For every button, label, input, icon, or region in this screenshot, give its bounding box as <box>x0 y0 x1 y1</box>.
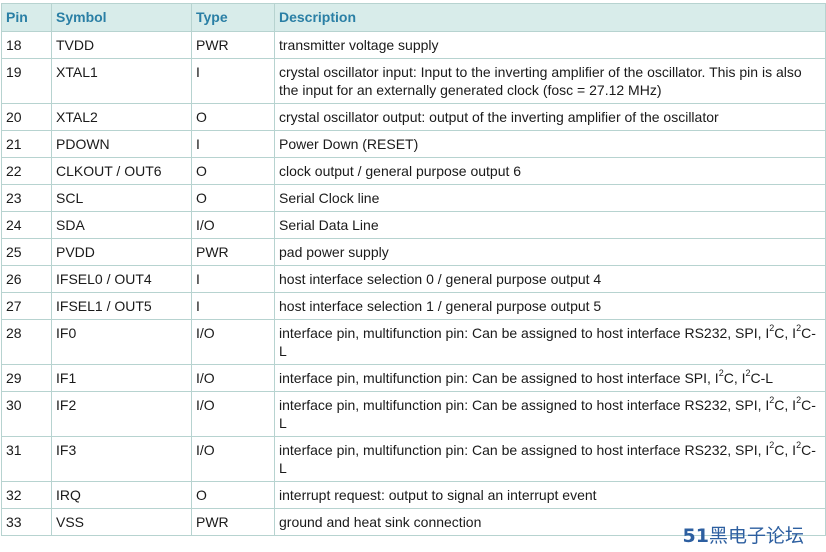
type-cell: O <box>191 157 275 185</box>
description-cell: crystal oscillator input: Input to the i… <box>274 58 826 104</box>
description-cell: Serial Data Line <box>274 211 826 239</box>
description-cell: Serial Clock line <box>274 184 826 212</box>
pin-cell: 27 <box>1 292 52 320</box>
type-cell: I <box>191 58 275 104</box>
symbol-cell: IF2 <box>51 391 192 437</box>
description-cell: interrupt request: output to signal an i… <box>274 481 826 509</box>
table-row: 19 XTAL1 Icrystal oscillator input: Input … <box>1 58 826 104</box>
pin-cell: 19 <box>1 58 52 104</box>
header-symbol: Symbol <box>51 3 192 32</box>
type-cell: I/O <box>191 319 275 365</box>
symbol-cell: PVDD <box>51 238 192 266</box>
pin-cell: 28 <box>1 319 52 365</box>
pin-cell: 33 <box>1 508 52 536</box>
description-cell: transmitter voltage supply <box>274 31 826 59</box>
description-cell: crystal oscillator output: output of the… <box>274 103 826 131</box>
type-cell: PWR <box>191 31 275 59</box>
table-row: 28 IF0 I/O interface pin, multifunction pin… <box>1 319 826 365</box>
type-cell: PWR <box>191 238 275 266</box>
watermark-number: 51 <box>682 525 709 547</box>
symbol-cell: IF3 <box>51 436 192 482</box>
description-cell: pad power supply <box>274 238 826 266</box>
table-row: 22 CLKOUT / OUT6 Oclock output / general p… <box>1 157 826 185</box>
description-cell: Power Down (RESET) <box>274 130 826 158</box>
table-row: 23 SCL O Serial Clock line <box>1 184 826 212</box>
type-cell: I/O <box>191 364 275 392</box>
pin-cell: 25 <box>1 238 52 266</box>
symbol-cell: IRQ <box>51 481 192 509</box>
type-cell: I/O <box>191 436 275 482</box>
watermark: 51黑电子论坛 <box>683 521 804 548</box>
symbol-cell: XTAL2 <box>51 103 192 131</box>
type-cell: O <box>191 184 275 212</box>
table-row: 32 IRQ Ointerrupt request: output to signa… <box>1 481 826 509</box>
table-row: 29 IF1 I/O interface pin, multifunction pin… <box>1 364 826 392</box>
symbol-cell: TVDD <box>51 31 192 59</box>
type-cell: I/O <box>191 391 275 437</box>
symbol-cell: CLKOUT / OUT6 <box>51 157 192 185</box>
symbol-cell: IF1 <box>51 364 192 392</box>
type-cell: PWR <box>191 508 275 536</box>
type-cell: O <box>191 481 275 509</box>
type-cell: I <box>191 292 275 320</box>
pin-cell: 29 <box>1 364 52 392</box>
table-row: 26 IFSEL0 / OUT4 Ihost interface selection… <box>1 265 826 293</box>
description-cell: clock output / general purpose output 6 <box>274 157 826 185</box>
table-header-row: Pin Symbol Type Description <box>1 3 826 32</box>
table-body: 18 TVDD PWR transmitter voltage supply 19 XTA… <box>1 31 826 536</box>
pin-description-table: Pin Symbol Type Description 18 TVDD PWR tra… <box>1 3 826 536</box>
symbol-cell: IFSEL0 / OUT4 <box>51 265 192 293</box>
symbol-cell: SCL <box>51 184 192 212</box>
description-cell: interface pin, multifunction pin: Can be… <box>274 391 826 437</box>
symbol-cell: VSS <box>51 508 192 536</box>
table-row: 31 IF3 I/O interface pin, multifunction pin… <box>1 436 826 482</box>
description-cell: host interface selection 0 / general pur… <box>274 265 826 293</box>
pin-cell: 32 <box>1 481 52 509</box>
description-cell: interface pin, multifunction pin: Can be… <box>274 364 826 392</box>
pin-cell: 20 <box>1 103 52 131</box>
description-cell: interface pin, multifunction pin: Can be… <box>274 436 826 482</box>
symbol-cell: SDA <box>51 211 192 239</box>
header-pin: Pin <box>1 3 52 32</box>
pin-cell: 31 <box>1 436 52 482</box>
type-cell: O <box>191 103 275 131</box>
table-row: 20 XTAL2 Ocrystal oscillator output: outpu… <box>1 103 826 131</box>
table-row: 18 TVDD PWR transmitter voltage supply <box>1 31 826 59</box>
watermark-text: 黑电子论坛 <box>708 525 804 547</box>
type-cell: I/O <box>191 211 275 239</box>
header-description: Description <box>274 3 826 32</box>
symbol-cell: IF0 <box>51 319 192 365</box>
symbol-cell: IFSEL1 / OUT5 <box>51 292 192 320</box>
description-cell: interface pin, multifunction pin: Can be… <box>274 319 826 365</box>
pin-cell: 30 <box>1 391 52 437</box>
type-cell: I <box>191 265 275 293</box>
table-row: 24 SDA I/O Serial Data Line <box>1 211 826 239</box>
type-cell: I <box>191 130 275 158</box>
symbol-cell: PDOWN <box>51 130 192 158</box>
table-row: 27 IFSEL1 / OUT5 Ihost interface selection… <box>1 292 826 320</box>
pin-cell: 23 <box>1 184 52 212</box>
pin-cell: 22 <box>1 157 52 185</box>
description-cell: host interface selection 1 / general pur… <box>274 292 826 320</box>
pin-cell: 21 <box>1 130 52 158</box>
table-row: 21 PDOWN I Power Down (RESET) <box>1 130 826 158</box>
table-row: 30 IF2 I/O interface pin, multifunction pin… <box>1 391 826 437</box>
symbol-cell: XTAL1 <box>51 58 192 104</box>
pin-cell: 26 <box>1 265 52 293</box>
pin-cell: 18 <box>1 31 52 59</box>
table-row: 25 PVDD PWR pad power supply <box>1 238 826 266</box>
header-type: Type <box>191 3 275 32</box>
pin-cell: 24 <box>1 211 52 239</box>
